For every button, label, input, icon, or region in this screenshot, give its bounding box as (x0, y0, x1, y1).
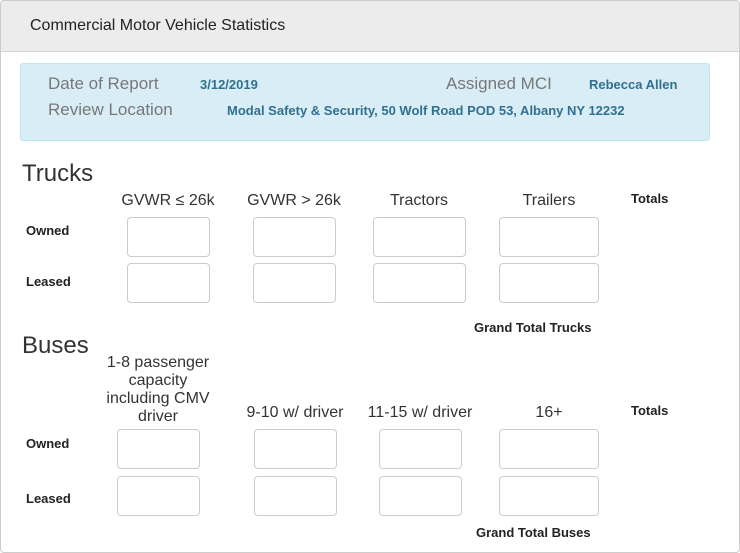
mci-label: Assigned MCI (446, 74, 552, 93)
trucks-heading: Trucks (22, 160, 94, 187)
trucks-owned-gvwr-le-26k-input[interactable] (127, 217, 210, 257)
buses-leased-1-8-input[interactable] (117, 476, 200, 516)
trucks-leased-gvwr-le-26k-input[interactable] (127, 263, 210, 303)
buses-owned-16-plus-input[interactable] (499, 429, 599, 469)
buses-leased-9-10-input[interactable] (254, 476, 337, 516)
buses-leased-11-15-input[interactable] (379, 476, 462, 516)
buses-leased-label: Leased (26, 491, 71, 506)
grand-total-trucks-label: Grand Total Trucks (474, 320, 592, 335)
grand-total-buses-label: Grand Total Buses (476, 525, 591, 540)
buses-owned-1-8-input[interactable] (117, 429, 200, 469)
trucks-leased-trailers-input[interactable] (499, 263, 599, 303)
location-value: Modal Safety & Security, 50 Wolf Road PO… (227, 103, 625, 118)
trucks-leased-gvwr-gt-26k-input[interactable] (253, 263, 336, 303)
trucks-col-gvwr-le-26k: GVWR ≤ 26k (121, 192, 215, 209)
buses-col-11-15: 11-15 w/ driver (367, 404, 473, 421)
trucks-leased-tractors-input[interactable] (373, 263, 466, 303)
buses-leased-16-plus-input[interactable] (499, 476, 599, 516)
trucks-col-trailers: Trailers (522, 192, 576, 209)
trucks-owned-tractors-input[interactable] (373, 217, 466, 257)
cmv-statistics-panel: Commercial Motor Vehicle Statistics Date… (0, 0, 740, 553)
mci-value: Rebecca Allen (589, 77, 678, 92)
buses-col-9-10: 9-10 w/ driver (246, 404, 344, 421)
buses-col-1-8-passenger: 1-8 passenger capacity including CMV dri… (106, 354, 210, 425)
date-label: Date of Report (48, 74, 159, 93)
trucks-owned-gvwr-gt-26k-input[interactable] (253, 217, 336, 257)
buses-owned-label: Owned (26, 436, 70, 451)
buses-owned-11-15-input[interactable] (379, 429, 462, 469)
report-info-box: Date of Report 3/12/2019 Assigned MCI Re… (20, 63, 710, 141)
trucks-col-gvwr-gt-26k: GVWR > 26k (247, 192, 341, 209)
buses-owned-9-10-input[interactable] (254, 429, 337, 469)
trucks-owned-trailers-input[interactable] (499, 217, 599, 257)
trucks-totals-label: Totals (631, 191, 669, 206)
date-value: 3/12/2019 (200, 77, 258, 92)
panel-title: Commercial Motor Vehicle Statistics (30, 17, 286, 34)
trucks-leased-label: Leased (26, 274, 71, 289)
panel-header: Commercial Motor Vehicle Statistics (1, 1, 739, 52)
buses-col-16-plus: 16+ (535, 404, 563, 421)
trucks-col-tractors: Tractors (389, 192, 449, 209)
location-label: Review Location (48, 100, 173, 119)
trucks-owned-label: Owned (26, 223, 70, 238)
buses-totals-label: Totals (631, 403, 669, 418)
buses-heading: Buses (22, 332, 89, 359)
